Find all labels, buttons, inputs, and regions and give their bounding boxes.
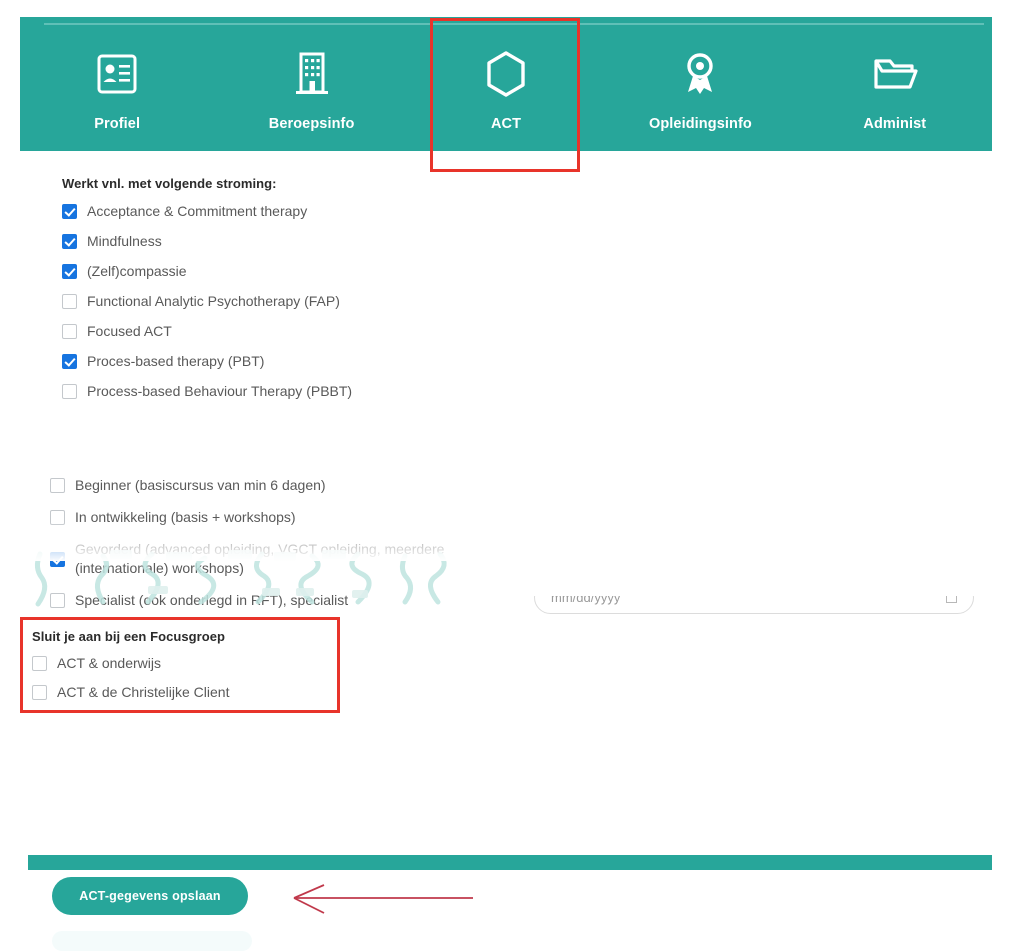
- nav-label-act: ACT: [490, 116, 522, 132]
- checkbox-fap[interactable]: [62, 294, 77, 309]
- folder-icon: [870, 46, 920, 102]
- checkbox-specialist[interactable]: [50, 593, 65, 608]
- checkbox-label-focused-act: Focused ACT: [87, 323, 172, 339]
- checkbox-in-ontwikkeling[interactable]: [50, 510, 65, 525]
- checkbox-label-pbt: Proces-based therapy (PBT): [87, 353, 265, 369]
- checkbox-pbt[interactable]: [62, 354, 77, 369]
- checkbox-row-fap[interactable]: Functional Analytic Psychotherapy (FAP): [62, 292, 582, 311]
- nav-label-opleidingsinfo: Opleidingsinfo: [648, 116, 752, 132]
- ervaringsniveau-section: Beginner (basiscursus van min 6 dagen) I…: [50, 463, 520, 610]
- checkbox-label-specialist: Specialist (ook onderlegd in RFT), speci…: [75, 592, 349, 608]
- checkbox-label-gevorderd: Gevorderd (advanced opleiding, VGCT ople…: [75, 541, 445, 576]
- checkbox-row-focused-act[interactable]: Focused ACT: [62, 322, 582, 341]
- hexagon-icon: [481, 46, 531, 102]
- ghost-artifact-strip: [52, 931, 252, 951]
- checkbox-row-zelfcompassie[interactable]: (Zelf)compassie: [62, 262, 582, 281]
- nav-top-divider: [44, 23, 984, 25]
- nav-label-administratie: Administ: [863, 116, 927, 132]
- checkbox-row-in-ontwikkeling[interactable]: In ontwikkeling (basis + workshops): [50, 508, 520, 527]
- checkbox-label-pbbt: Process-based Behaviour Therapy (PBBT): [87, 383, 353, 399]
- checkbox-label-acceptance-commitment: Acceptance & Commitment therapy: [87, 203, 308, 219]
- checkbox-pbbt[interactable]: [62, 384, 77, 399]
- checkbox-zelfcompassie[interactable]: [62, 264, 77, 279]
- footer-bar: [28, 855, 992, 870]
- checkbox-row-gevorderd[interactable]: Gevorderd (advanced opleiding, VGCT ople…: [50, 540, 520, 578]
- checkbox-row-acceptance-commitment[interactable]: Acceptance & Commitment therapy: [62, 202, 582, 221]
- checkbox-row-specialist[interactable]: Specialist (ook onderlegd in RFT), speci…: [50, 591, 520, 610]
- checkbox-act-onderwijs[interactable]: [32, 656, 47, 671]
- date-input-placeholder: mm/dd/yyyy: [551, 590, 621, 605]
- date-input-field[interactable]: mm/dd/yyyy: [534, 581, 974, 614]
- nav-label-profiel: Profiel: [94, 116, 141, 132]
- checkbox-row-act-christelijke-client[interactable]: ACT & de Christelijke Client: [32, 683, 332, 702]
- checkbox-label-mindfulness: Mindfulness: [87, 233, 162, 249]
- checkbox-row-beginner[interactable]: Beginner (basiscursus van min 6 dagen): [50, 476, 520, 495]
- nav-right-clip: [992, 0, 1024, 175]
- nav-item-act[interactable]: ACT: [409, 17, 603, 151]
- checkbox-label-beginner: Beginner (basiscursus van min 6 dagen): [75, 477, 326, 493]
- nav-item-profiel[interactable]: Profiel: [20, 17, 214, 151]
- checkbox-label-zelfcompassie: (Zelf)compassie: [87, 263, 187, 279]
- checkbox-row-mindfulness[interactable]: Mindfulness: [62, 232, 582, 251]
- nav-item-opleidingsinfo[interactable]: Opleidingsinfo: [603, 17, 797, 151]
- stroming-section: Werkt vnl. met volgende stroming: Accept…: [62, 176, 582, 401]
- checkbox-focused-act[interactable]: [62, 324, 77, 339]
- nav-label-beroepsinfo: Beroepsinfo: [268, 116, 355, 132]
- act-form-area: Werkt vnl. met volgende stroming: Accept…: [0, 151, 1024, 951]
- nav-item-beroepsinfo[interactable]: Beroepsinfo: [214, 17, 408, 151]
- calendar-picker-icon[interactable]: [946, 592, 957, 603]
- focusgroep-section: Sluit je aan bij een Focusgroep ACT & on…: [32, 629, 332, 702]
- award-icon: [675, 46, 725, 102]
- checkbox-label-fap: Functional Analytic Psychotherapy (FAP): [87, 293, 340, 309]
- checkbox-label-act-christelijke-client: ACT & de Christelijke Client: [57, 684, 230, 700]
- checkbox-row-pbt[interactable]: Proces-based therapy (PBT): [62, 352, 582, 371]
- checkbox-label-act-onderwijs: ACT & onderwijs: [57, 655, 162, 671]
- checkbox-row-pbbt[interactable]: Process-based Behaviour Therapy (PBBT): [62, 382, 582, 401]
- focusgroep-title: Sluit je aan bij een Focusgroep: [32, 629, 225, 644]
- checkbox-beginner[interactable]: [50, 478, 65, 493]
- building-icon: [287, 46, 337, 102]
- save-button-arrow-annotation: [278, 883, 478, 933]
- checkbox-act-christelijke-client[interactable]: [32, 685, 47, 700]
- checkbox-mindfulness[interactable]: [62, 234, 77, 249]
- checkbox-label-in-ontwikkeling: In ontwikkeling (basis + workshops): [75, 509, 296, 525]
- save-act-data-button[interactable]: ACT-gegevens opslaan: [52, 877, 248, 915]
- checkbox-row-act-onderwijs[interactable]: ACT & onderwijs: [32, 654, 332, 673]
- checkbox-acceptance-commitment[interactable]: [62, 204, 77, 219]
- stroming-title: Werkt vnl. met volgende stroming:: [62, 176, 277, 191]
- nav-item-administratie[interactable]: Administ: [798, 17, 992, 151]
- checkbox-gevorderd[interactable]: [50, 552, 65, 567]
- id-card-icon: [92, 46, 142, 102]
- main-navigation-bar: Profiel Beroepsinfo ACT Opleidingsinfo A…: [20, 17, 992, 151]
